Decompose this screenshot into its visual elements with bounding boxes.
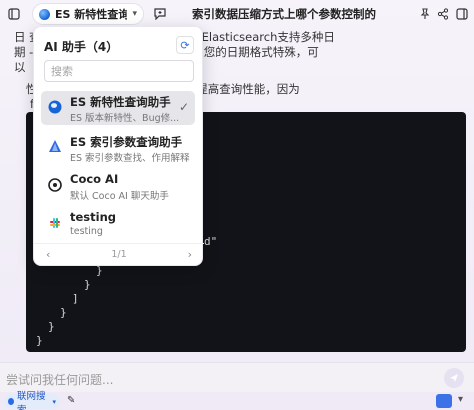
page-indicator: 1/1: [111, 249, 127, 260]
coco-icon: [48, 178, 62, 192]
chevron-down-icon: ▾: [52, 397, 56, 406]
chevron-right-icon[interactable]: ›: [188, 248, 192, 261]
pagination: ‹ 1/1 ›: [34, 243, 204, 265]
expand-icon[interactable]: [454, 6, 470, 22]
sail-icon: [48, 140, 62, 154]
globe-icon: [8, 398, 14, 405]
assistant-selector[interactable]: ES 新特性查询... ▾: [32, 3, 144, 25]
assistant-item-testing[interactable]: testing testing: [41, 207, 195, 241]
check-icon: ✓: [178, 100, 189, 114]
code-line: d": [204, 235, 218, 248]
tools-icon[interactable]: ✎: [67, 395, 75, 406]
assistant-selector-label: ES 新特性查询...: [55, 8, 128, 21]
assistant-item-name: testing: [70, 210, 116, 224]
share-icon[interactable]: [435, 6, 451, 22]
send-icon: [450, 374, 458, 382]
chevron-down-icon[interactable]: ▾: [458, 394, 463, 405]
code-line: }: [48, 320, 55, 333]
refresh-icon[interactable]: ⟳: [176, 36, 194, 54]
input-toolbar: 联网搜索 ▾ ✎ ▾: [0, 391, 474, 410]
code-line: ]: [72, 292, 79, 305]
web-search-toggle[interactable]: 联网搜索 ▾: [4, 391, 60, 410]
new-chat-icon[interactable]: [152, 6, 168, 22]
message-line: 以: [14, 60, 26, 74]
assistant-item-desc: 默认 Coco AI 聊天助手: [70, 191, 169, 202]
chat-input[interactable]: 尝试问我任何问题...: [6, 371, 113, 388]
code-line: }: [84, 278, 91, 291]
assistant-dropdown: AI 助手（4） ⟳ ES 新特性查询助手 ES 版本新特性、Bug修... ✓…: [33, 26, 204, 266]
assistant-item-desc: ES 版本新特性、Bug修...: [70, 113, 180, 124]
title-bar: ES 新特性查询... ▾ 索引数据压缩方式上哪个参数控制的: [0, 0, 474, 28]
send-button[interactable]: [444, 368, 464, 388]
assistant-item-desc: testing: [70, 226, 103, 237]
globe-icon: [39, 8, 50, 20]
panel-title: AI 助手（4）: [44, 40, 119, 54]
page-title: 索引数据压缩方式上哪个参数控制的: [192, 7, 376, 21]
history-icon[interactable]: [6, 6, 22, 22]
robot-icon[interactable]: [436, 394, 452, 408]
assistant-item-desc: ES 索引参数查找、作用解释。: [70, 153, 190, 164]
assistant-search-input[interactable]: [44, 60, 194, 82]
chevron-down-icon: ▾: [132, 9, 137, 19]
assistant-item-es-features[interactable]: ES 新特性查询助手 ES 版本新特性、Bug修... ✓: [41, 91, 195, 125]
assistant-item-es-index[interactable]: ES 索引参数查询助手 ES 索引参数查找、作用解释。: [41, 131, 195, 165]
slack-icon: [48, 216, 62, 230]
assistant-item-name: Coco AI: [70, 172, 119, 186]
code-line: }: [60, 306, 67, 319]
globe-icon: [48, 100, 62, 114]
assistant-item-coco[interactable]: Coco AI 默认 Coco AI 聊天助手: [41, 169, 195, 203]
pin-icon[interactable]: [417, 6, 433, 22]
chat-input-area[interactable]: 尝试问我任何问题...: [0, 362, 474, 392]
web-search-label: 联网搜索: [16, 390, 46, 410]
assistant-item-name: ES 新特性查询助手: [70, 95, 171, 109]
code-line: }: [36, 334, 43, 347]
assistant-item-name: ES 索引参数查询助手: [70, 135, 183, 149]
